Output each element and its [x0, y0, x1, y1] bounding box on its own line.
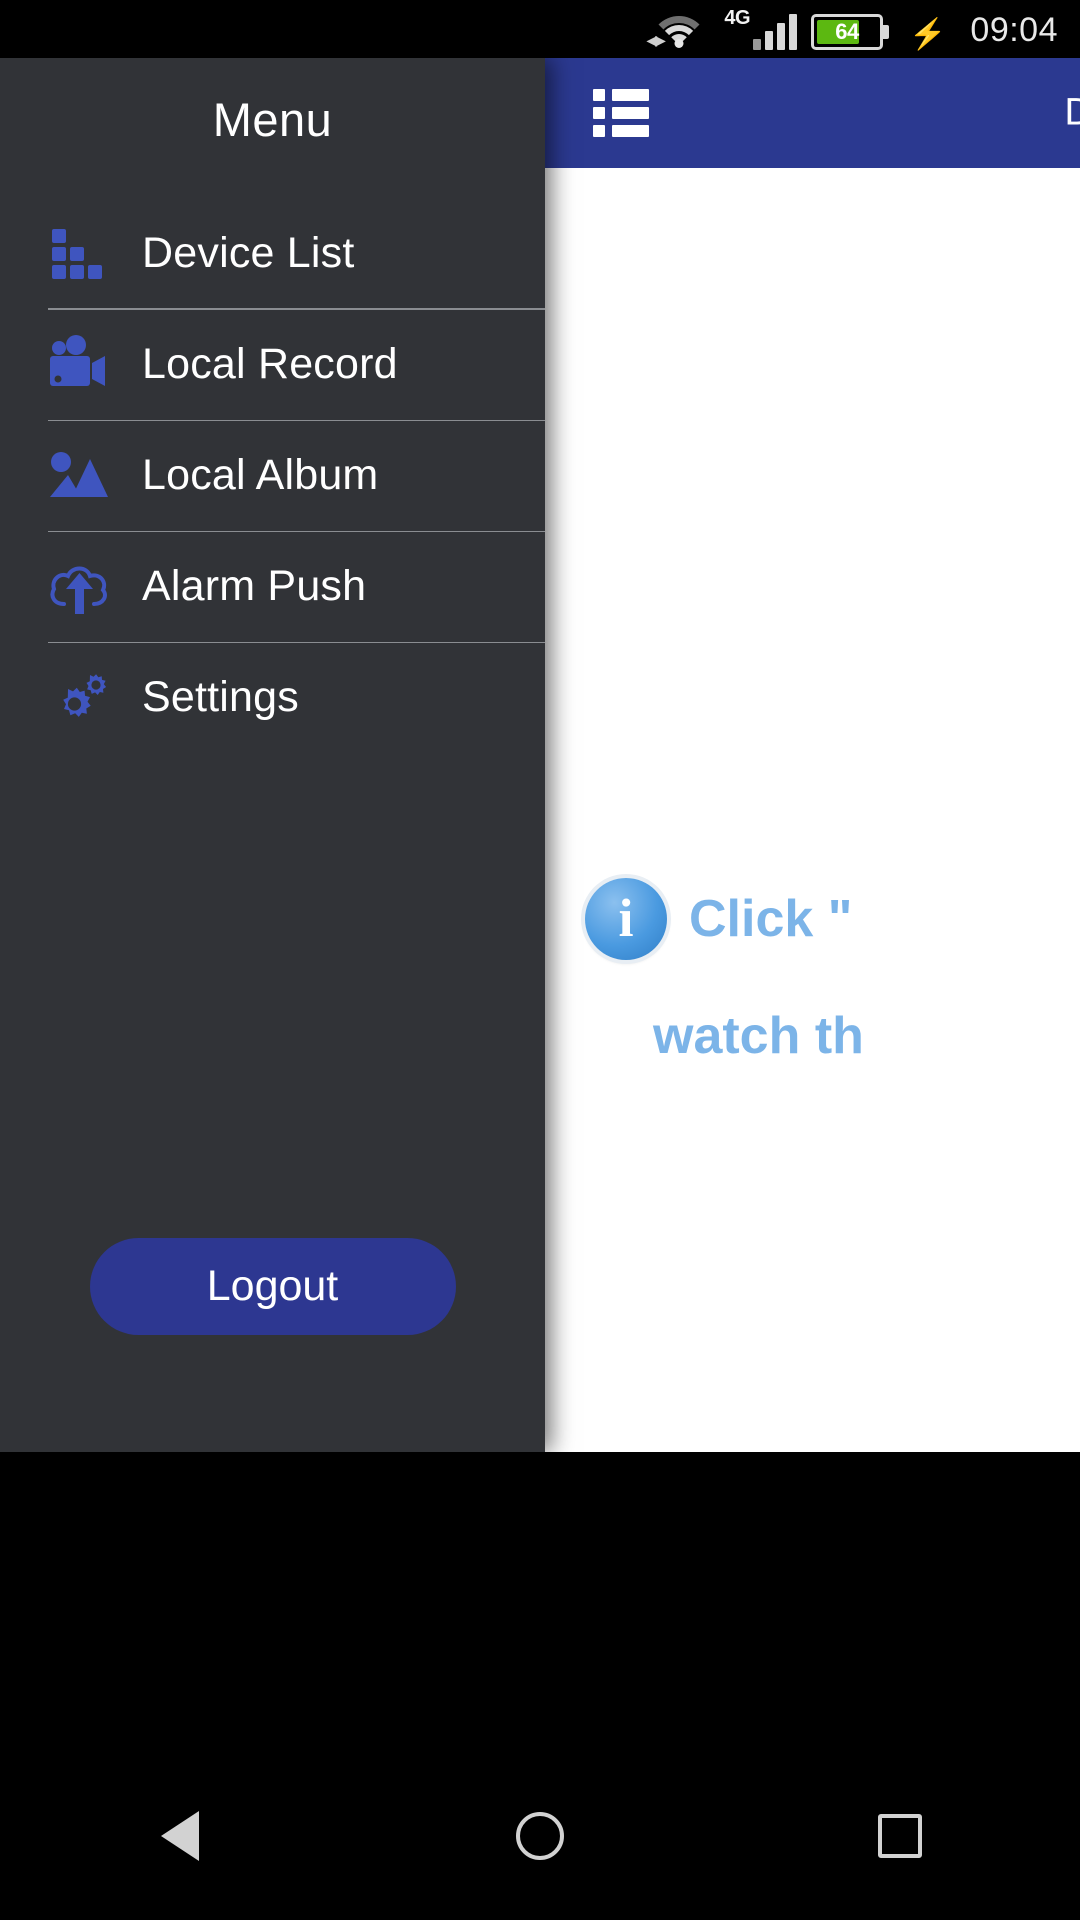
- android-nav-bar: [0, 1752, 1080, 1920]
- app-bar: D: [545, 58, 1080, 168]
- drawer-title: Menu: [212, 92, 333, 146]
- gears-icon: [48, 667, 118, 729]
- device-grid-icon: [48, 223, 118, 285]
- sidebar-item-label: Device List: [142, 229, 355, 277]
- sidebar-item-local-record[interactable]: Local Record: [0, 309, 545, 420]
- sidebar-item-label: Alarm Push: [142, 562, 367, 610]
- wifi-icon: ◀▶: [646, 8, 710, 50]
- phone-screen: ◀▶ 4G 64 ⚡ 09:04 D i Click " watch th Me…: [0, 0, 1080, 1920]
- photo-image-icon: [48, 445, 118, 507]
- status-icons: ◀▶ 4G 64 ⚡ 09:04: [646, 7, 1058, 51]
- battery-level-label: 64: [835, 19, 859, 44]
- network-type-label: 4G: [724, 7, 751, 29]
- drawer-menu-list: Device List Local Record Local Album Ala…: [0, 198, 545, 753]
- logout-area: Logout: [0, 1238, 545, 1335]
- sidebar-item-label: Settings: [142, 673, 299, 721]
- recents-square-icon[interactable]: [840, 1776, 960, 1896]
- navigation-drawer: Menu Device List Local Record Local Albu…: [0, 58, 545, 1452]
- back-triangle-icon[interactable]: [120, 1776, 240, 1896]
- signal-bars-icon: 4G: [724, 7, 798, 50]
- battery-icon: 64: [811, 14, 884, 50]
- status-clock: 09:04: [970, 11, 1058, 49]
- hint-text-line1: Click ": [689, 889, 853, 948]
- panel-body: i Click " watch th: [545, 168, 1080, 1452]
- sidebar-item-alarm-push[interactable]: Alarm Push: [0, 531, 545, 642]
- app-bar-title: D: [1064, 91, 1080, 134]
- status-bar: ◀▶ 4G 64 ⚡ 09:04: [0, 0, 1080, 58]
- home-circle-icon[interactable]: [480, 1776, 600, 1896]
- info-icon: i: [585, 878, 667, 960]
- hint-block: i Click " watch th: [585, 878, 1080, 1066]
- sidebar-item-settings[interactable]: Settings: [0, 642, 545, 753]
- sidebar-item-label: Local Album: [142, 451, 379, 499]
- sidebar-item-device-list[interactable]: Device List: [0, 198, 545, 309]
- cloud-upload-icon: [48, 556, 118, 618]
- app-content-panel: D i Click " watch th: [545, 58, 1080, 1452]
- charging-bolt-icon: ⚡: [909, 18, 947, 51]
- logout-button[interactable]: Logout: [89, 1238, 456, 1335]
- list-menu-icon[interactable]: [593, 89, 649, 137]
- hint-text-line2: watch th: [653, 1007, 864, 1065]
- sidebar-item-local-album[interactable]: Local Album: [0, 420, 545, 531]
- sidebar-item-label: Local Record: [142, 340, 398, 388]
- video-camera-icon: [48, 334, 118, 396]
